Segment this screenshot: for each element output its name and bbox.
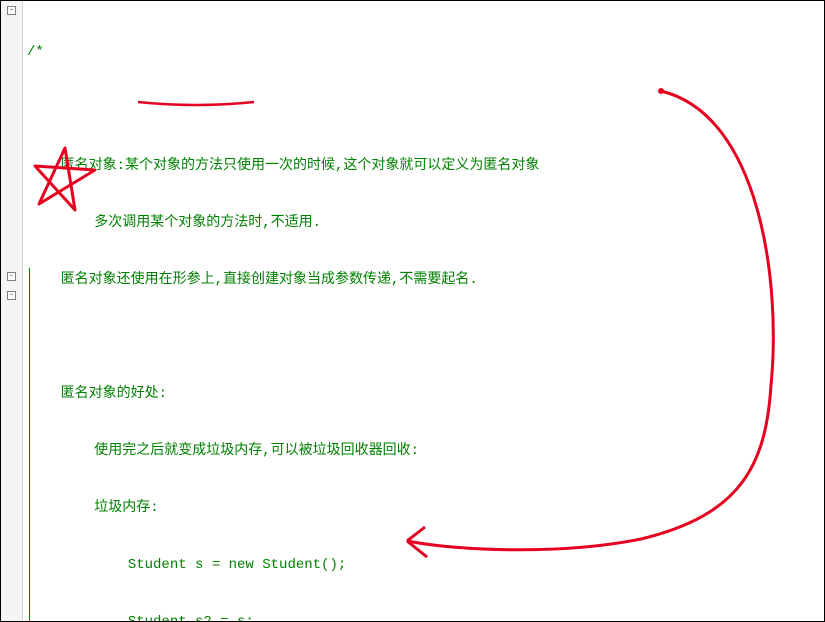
code-line [27, 328, 824, 347]
code-line: 匿名对象:某个对象的方法只使用一次的时候,这个对象就可以定义为匿名对象 [27, 157, 824, 176]
block-margin-line [29, 268, 30, 621]
fold-toggle-icon[interactable]: - [7, 291, 16, 300]
fold-toggle-icon[interactable]: - [7, 6, 16, 15]
fold-toggle-icon[interactable]: - [7, 272, 16, 281]
code-line: 匿名对象还使用在形参上,直接创建对象当成参数传递,不需要起名. [27, 271, 824, 290]
code-line: /* [27, 43, 824, 62]
code-area[interactable]: /* 匿名对象:某个对象的方法只使用一次的时候,这个对象就可以定义为匿名对象 多… [23, 1, 824, 621]
code-line: 使用完之后就变成垃圾内存,可以被垃圾回收器回收: [27, 442, 824, 461]
code-line [27, 100, 824, 119]
code-editor: - - - /* 匿名对象:某个对象的方法只使用一次的时候,这个对象就可以定义为… [0, 0, 825, 622]
code-line: Student s2 = s; [27, 613, 824, 621]
code-line: 匿名对象的好处: [27, 385, 824, 404]
code-line: Student s = new Student(); [27, 556, 824, 575]
gutter: - - - [1, 1, 23, 621]
code-line: 垃圾内存: [27, 499, 824, 518]
code-line: 多次调用某个对象的方法时,不适用. [27, 214, 824, 233]
